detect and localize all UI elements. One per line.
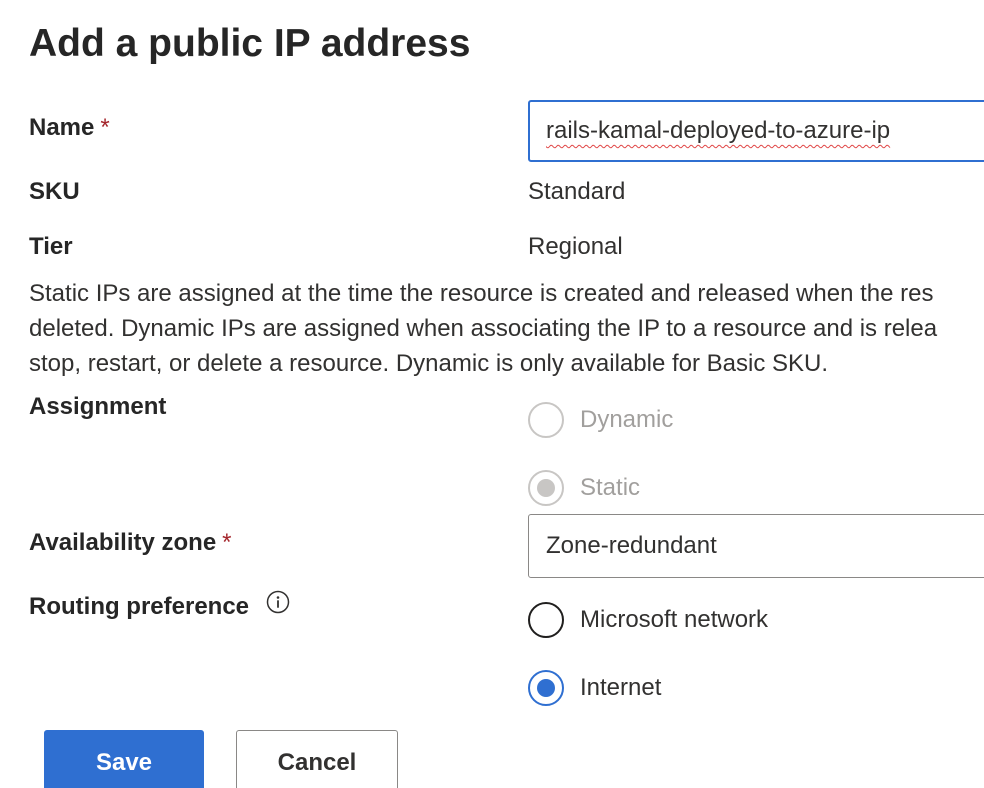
assignment-help-line: stop, restart, or delete a resource. Dyn…	[29, 350, 829, 377]
info-icon[interactable]	[266, 590, 290, 621]
tier-value: Regional	[528, 233, 623, 260]
name-input-value: rails-kamal-deployed-to-azure-ip	[546, 117, 891, 144]
assignment-option-static: Static	[528, 468, 640, 508]
tier-label: Tier	[29, 233, 73, 260]
microsoft-network-radio-label: Microsoft network	[580, 606, 769, 633]
routing-preference-label-text: Routing preference	[29, 593, 250, 620]
name-input[interactable]: rails-kamal-deployed-to-azure-ip	[528, 100, 984, 162]
radio-dot-selected	[537, 479, 555, 497]
assignment-help-text: Static IPs are assigned at the time the …	[29, 276, 984, 381]
static-radio-label: Static	[580, 474, 641, 501]
assignment-option-dynamic: Dynamic	[528, 400, 673, 440]
sku-value: Standard	[528, 178, 626, 205]
availability-zone-select[interactable]: Zone-redundant	[528, 514, 984, 578]
sku-label: SKU	[29, 178, 80, 205]
microsoft-network-radio[interactable]	[528, 602, 564, 638]
internet-radio-label: Internet	[580, 674, 662, 701]
radio-dot-selected	[537, 679, 555, 697]
availability-zone-value: Zone-redundant	[546, 532, 717, 559]
assignment-help-line: deleted. Dynamic IPs are assigned when a…	[29, 315, 938, 342]
availability-zone-required-marker: *	[222, 529, 232, 556]
name-label-text: Name	[29, 114, 95, 141]
add-public-ip-dialog: Add a public IP address Name * rails-kama…	[0, 0, 984, 788]
save-button[interactable]: Save	[44, 730, 204, 788]
routing-preference-label: Routing preference	[29, 590, 290, 621]
internet-radio[interactable]	[528, 670, 564, 706]
routing-option-microsoft-network[interactable]: Microsoft network	[528, 600, 768, 640]
cancel-button[interactable]: Cancel	[236, 730, 398, 788]
assignment-help-line: Static IPs are assigned at the time the …	[29, 280, 934, 307]
routing-option-internet[interactable]: Internet	[528, 668, 661, 708]
name-required-marker: *	[100, 114, 110, 141]
availability-zone-label: Availability zone *	[29, 529, 232, 557]
availability-zone-label-text: Availability zone	[29, 529, 217, 556]
name-label: Name *	[29, 114, 110, 142]
dynamic-radio	[528, 402, 564, 438]
dialog-title: Add a public IP address	[29, 22, 471, 65]
dynamic-radio-label: Dynamic	[580, 406, 674, 433]
assignment-label: Assignment	[29, 393, 167, 420]
static-radio	[528, 470, 564, 506]
